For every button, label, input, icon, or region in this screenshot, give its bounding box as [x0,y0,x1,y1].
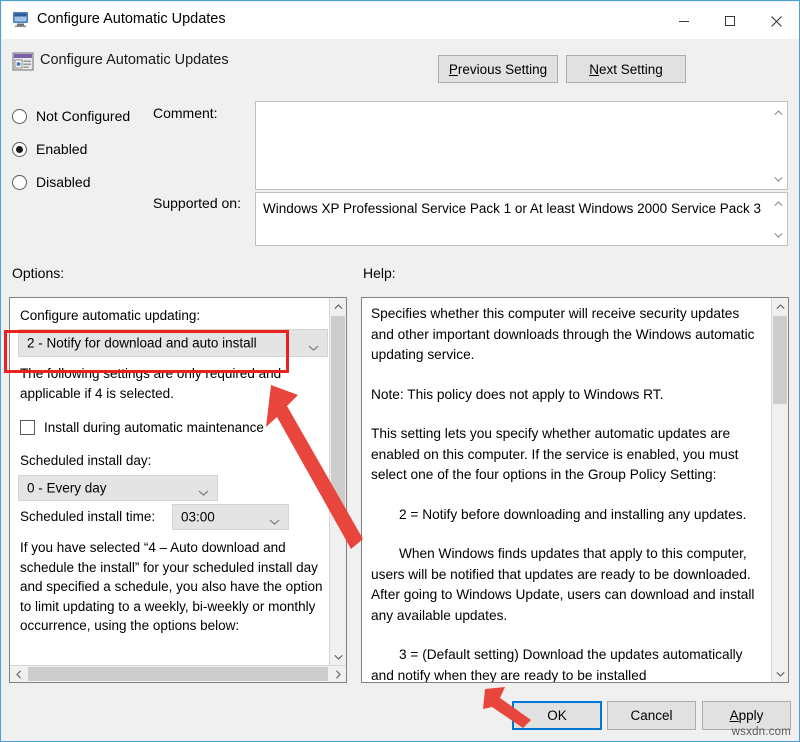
configure-updating-value: 2 - Notify for download and auto install [27,335,257,351]
configure-updating-dropdown[interactable]: 2 - Notify for download and auto install [18,329,328,357]
help-paragraph: This setting lets you specify whether au… [371,426,739,482]
radio-disabled[interactable]: Disabled [12,172,90,192]
radio-not-configured-label: Not Configured [36,108,131,124]
comment-scroll-down-icon[interactable] [770,170,787,187]
configure-updating-label: Configure automatic updating: [20,308,201,323]
scheduled-install-time-label: Scheduled install time: [20,509,156,524]
help-paragraph: When Windows finds updates that apply to… [371,546,755,623]
install-during-maintenance-checkbox-mark [20,420,35,435]
title-bar: Configure Automatic Updates [2,2,799,39]
chevron-down-icon [198,485,209,496]
options-hscroll-thumb[interactable] [28,667,328,681]
help-scroll-down-icon[interactable] [772,665,788,682]
maximize-button[interactable] [707,3,753,39]
apply-label-rest: pply [738,708,764,723]
options-scroll-thumb[interactable] [331,316,345,512]
radio-enabled[interactable]: Enabled [12,139,87,159]
maximize-icon [725,16,735,26]
previous-setting-button[interactable]: Previous Setting [438,55,558,83]
setting-name: Configure Automatic Updates [40,52,229,68]
radio-enabled-mark [12,141,27,157]
help-paragraph: 2 = Notify before downloading and instal… [399,506,747,522]
radio-not-configured-mark [12,108,27,124]
options-content: Configure automatic updating: 2 - Notify… [10,298,329,665]
radio-not-configured[interactable]: Not Configured [12,106,130,126]
options-panel: Configure automatic updating: 2 - Notify… [9,297,347,683]
options-scroll-down-icon[interactable] [330,648,346,665]
chevron-down-icon [308,340,319,351]
help-scroll-thumb[interactable] [773,316,787,404]
minimize-icon [679,21,689,22]
window-title: Configure Automatic Updates [37,11,226,27]
options-scroll-right-icon[interactable] [329,666,346,682]
minimize-button[interactable] [661,3,707,39]
help-paragraph: 3 = (Default setting) Download the updat… [371,647,743,683]
help-paragraph: Note: This policy does not apply to Wind… [371,386,664,402]
options-label: Options: [12,265,65,281]
scheduled-install-day-value: 0 - Every day [27,480,107,496]
install-during-maintenance-label: Install during automatic maintenance [44,420,264,435]
scheduled-install-time-value: 03:00 [181,509,215,525]
watermark: wsxdn.com [731,726,791,738]
help-scroll-up-icon[interactable] [772,298,788,315]
scheduled-install-day-dropdown[interactable]: 0 - Every day [18,475,218,501]
radio-disabled-label: Disabled [36,174,91,190]
install-during-maintenance-checkbox[interactable]: Install during automatic maintenance [20,420,264,435]
help-text: Specifies whether this computer will rec… [371,304,763,683]
next-setting-button[interactable]: Next Setting [566,55,686,83]
options-scroll-left-icon[interactable] [10,666,27,682]
options-description-2: If you have selected “4 – Auto download … [20,540,323,633]
configure-automatic-updates-dialog: Configure Automatic Updates Configure Au… [0,0,800,742]
comment-scroll-up-icon[interactable] [770,104,787,121]
comment-label: Comment: [153,105,218,121]
ok-button[interactable]: OK [512,701,602,730]
supported-on-label: Supported on: [153,195,241,211]
monitor-icon [11,11,30,28]
close-button[interactable] [753,3,799,39]
options-scroll-up-icon[interactable] [330,298,346,315]
supported-on-textarea[interactable]: Windows XP Professional Service Pack 1 o… [255,192,788,246]
next-setting-mnemonic: N [589,61,599,77]
previous-setting-mnemonic: P [448,61,458,77]
options-horizontal-scrollbar[interactable] [10,665,346,682]
cancel-button[interactable]: Cancel [607,701,696,730]
previous-setting-label-rest: revious Setting [457,61,548,77]
supported-on-scrollbar[interactable] [769,193,787,245]
scheduled-install-time-dropdown[interactable]: 03:00 [172,504,289,530]
radio-enabled-label: Enabled [36,141,88,157]
supported-on-scroll-down-icon[interactable] [770,226,787,243]
help-paragraph: Specifies whether this computer will rec… [371,306,755,362]
policy-setting-icon [12,51,34,72]
apply-mnemonic: A [729,708,739,723]
options-vertical-scrollbar[interactable] [329,298,346,665]
close-icon [770,15,782,27]
radio-disabled-mark [12,174,27,190]
help-panel: Specifies whether this computer will rec… [361,297,789,683]
next-setting-label-rest: ext Setting [598,61,663,77]
help-vertical-scrollbar[interactable] [771,298,788,682]
options-description-1: The following settings are only required… [20,366,282,401]
comment-scrollbar[interactable] [769,102,787,189]
comment-textarea[interactable] [255,101,788,190]
scheduled-install-day-label: Scheduled install day: [20,453,152,468]
help-label: Help: [363,265,396,281]
supported-on-scroll-up-icon[interactable] [770,195,787,212]
chevron-down-icon [269,514,280,525]
supported-on-value: Windows XP Professional Service Pack 1 o… [263,201,761,216]
